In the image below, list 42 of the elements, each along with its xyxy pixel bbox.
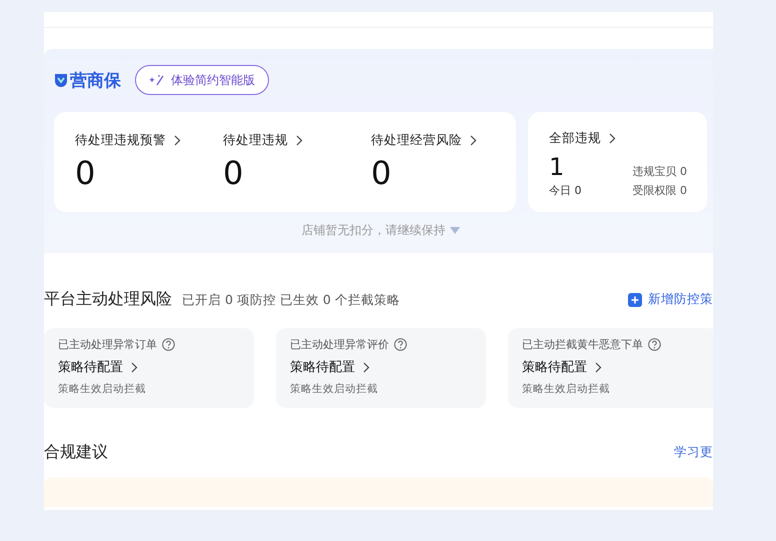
stat-value: 0 bbox=[223, 157, 244, 189]
chevron-right-icon bbox=[470, 135, 477, 146]
all-violations-link[interactable]: 全部违规 bbox=[549, 130, 687, 147]
stat-link[interactable]: 待处理经营风险 bbox=[371, 132, 516, 149]
hint-text: 店铺暂无扣分，请继续保持 bbox=[302, 222, 446, 239]
risk-card-note: 策略生效启动拦截 bbox=[290, 382, 379, 396]
chevron-right-icon bbox=[174, 135, 181, 146]
strategy-link[interactable]: 策略待配置 bbox=[290, 358, 472, 376]
section-title: 合规建议 bbox=[44, 442, 108, 463]
risk-card-title: 已主动拦截黄牛恶意下单 bbox=[522, 337, 643, 352]
violation-detail: 受限权限 0 bbox=[632, 183, 687, 198]
violation-detail: 违规宝贝 0 bbox=[632, 164, 687, 179]
help-icon bbox=[648, 338, 661, 351]
help-icon bbox=[394, 338, 407, 351]
learn-more-link[interactable]: 学习更 bbox=[674, 444, 713, 461]
chevron-right-icon bbox=[609, 133, 616, 144]
chevron-right-icon bbox=[296, 135, 303, 146]
strategy-link[interactable]: 策略待配置 bbox=[58, 358, 240, 376]
risk-card-note: 策略生效启动拦截 bbox=[58, 382, 147, 396]
plus-icon bbox=[628, 292, 642, 306]
risk-card-title: 已主动处理异常评价 bbox=[290, 337, 389, 352]
stat-value: 0 bbox=[75, 157, 96, 189]
chevron-right-icon bbox=[595, 362, 602, 372]
risk-summary: 已开启 0 项防控 已生效 0 个拦截策略 bbox=[182, 292, 400, 309]
upgrade-button[interactable]: 体验简约智能版 bbox=[135, 65, 269, 95]
risk-card-note: 策略生效启动拦截 bbox=[522, 382, 611, 396]
stat-link[interactable]: 待处理违规预警 bbox=[75, 132, 223, 149]
section-title: 平台主动处理风险 bbox=[44, 289, 172, 310]
stat-link[interactable]: 待处理违规 bbox=[223, 132, 371, 149]
add-strategy-button[interactable]: 新增防控策 bbox=[628, 291, 713, 308]
stat-value: 0 bbox=[371, 157, 392, 189]
risk-card-title: 已主动处理异常订单 bbox=[58, 337, 157, 352]
violations-value: 1 bbox=[549, 155, 566, 179]
caret-down-icon bbox=[450, 227, 460, 234]
today-count: 今日 0 bbox=[549, 183, 582, 198]
shield-logo-icon bbox=[54, 72, 68, 88]
chevron-right-icon bbox=[131, 362, 138, 372]
chevron-right-icon bbox=[363, 362, 370, 372]
magic-wand-icon bbox=[149, 74, 165, 86]
brand-name: 营商保 bbox=[70, 70, 121, 92]
help-icon bbox=[162, 338, 175, 351]
strategy-link[interactable]: 策略待配置 bbox=[522, 358, 704, 376]
